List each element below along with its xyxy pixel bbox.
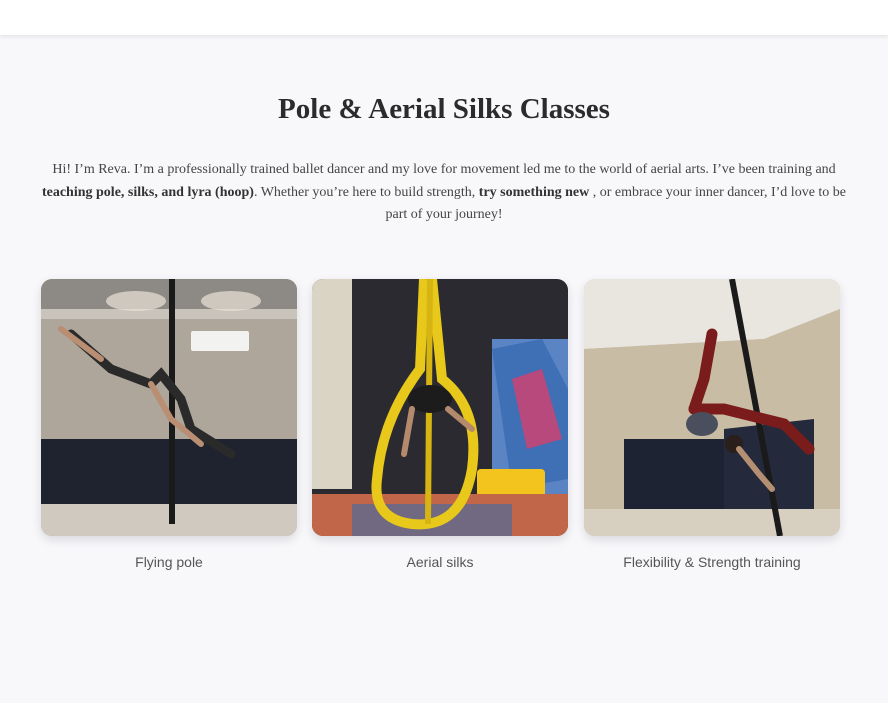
aerial-silks-photo bbox=[312, 279, 568, 536]
class-card-flexibility-strength[interactable]: Flexibility & Strength training bbox=[584, 279, 840, 570]
intro-bold-2: try something new bbox=[478, 184, 590, 200]
class-caption-aerial-silks: Aerial silks bbox=[406, 554, 474, 570]
class-card-flying-pole[interactable]: Flying pole bbox=[41, 279, 297, 570]
section-title: Pole & Aerial Silks Classes bbox=[278, 93, 610, 125]
class-caption-flying-pole: Flying pole bbox=[135, 554, 203, 570]
intro-text-1: Hi! I’m Reva. I’m a professionally train… bbox=[52, 162, 836, 177]
flexibility-strength-photo bbox=[584, 279, 840, 536]
intro-paragraph: Hi! I’m Reva. I’m a professionally train… bbox=[40, 159, 848, 227]
intro-text-2: . Whether you’re here to build strength, bbox=[253, 184, 479, 200]
flying-pole-photo bbox=[41, 279, 297, 536]
classes-section: Pole & Aerial Silks Classes Hi! I’m Reva… bbox=[0, 35, 888, 703]
top-navigation-bar bbox=[0, 0, 888, 35]
class-caption-flexibility-strength: Flexibility & Strength training bbox=[623, 554, 801, 570]
class-card-aerial-silks[interactable]: Aerial silks bbox=[312, 279, 568, 570]
intro-bold-1: teaching pole, silks, and lyra (hoop) bbox=[41, 184, 254, 200]
